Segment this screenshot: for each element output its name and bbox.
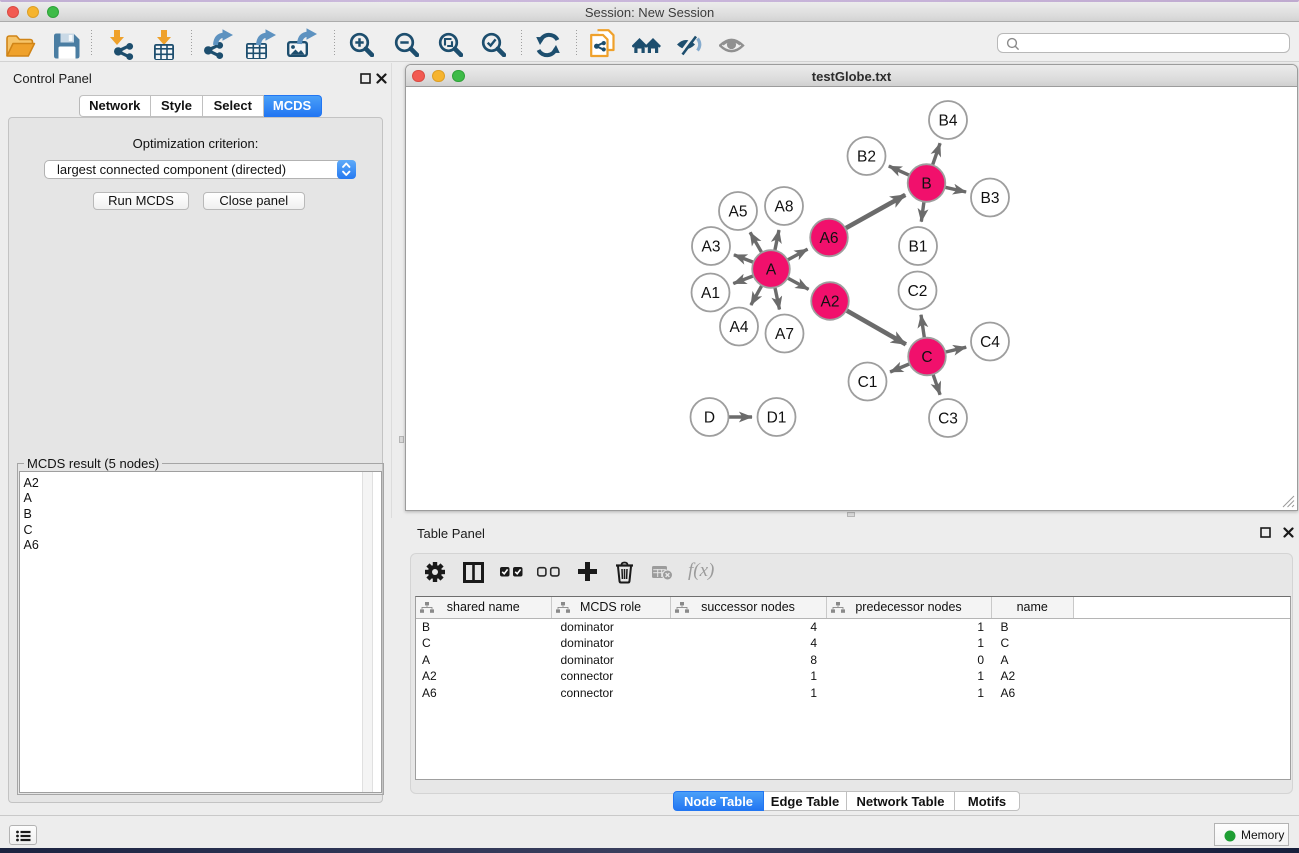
svg-text:A7: A7	[775, 326, 794, 343]
svg-text:A4: A4	[730, 319, 749, 336]
svg-text:C4: C4	[980, 334, 1000, 351]
svg-text:A2: A2	[821, 294, 840, 311]
svg-text:B1: B1	[909, 239, 928, 256]
svg-text:C2: C2	[908, 283, 928, 300]
svg-text:B4: B4	[939, 113, 958, 130]
svg-text:A: A	[766, 262, 777, 279]
svg-text:A5: A5	[729, 204, 748, 221]
svg-text:B: B	[921, 176, 931, 193]
svg-text:A3: A3	[702, 239, 721, 256]
svg-text:D: D	[704, 410, 715, 427]
svg-text:C3: C3	[938, 411, 958, 428]
svg-text:A8: A8	[775, 199, 794, 216]
svg-text:D1: D1	[767, 410, 787, 427]
svg-text:A1: A1	[701, 285, 720, 302]
svg-text:C: C	[921, 349, 932, 366]
svg-text:B3: B3	[981, 190, 1000, 207]
svg-text:B2: B2	[857, 149, 876, 166]
svg-text:C1: C1	[858, 374, 878, 391]
svg-text:A6: A6	[820, 230, 839, 247]
